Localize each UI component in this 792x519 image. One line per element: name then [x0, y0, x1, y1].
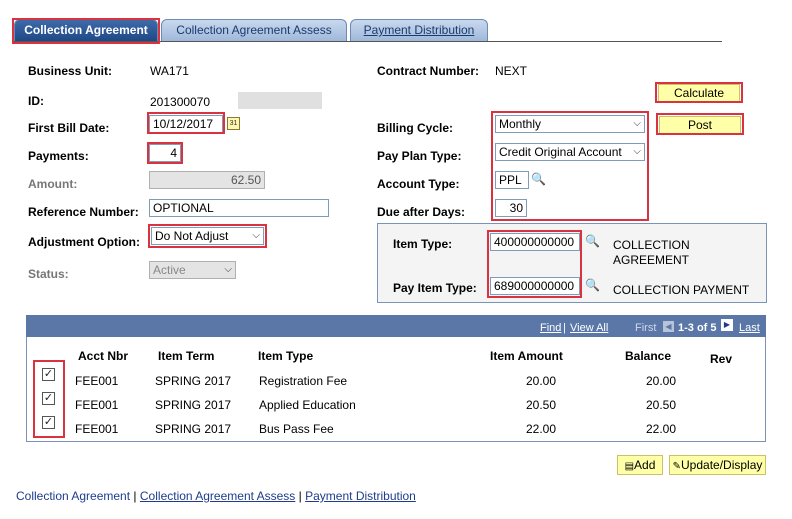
id-label: ID: [28, 94, 44, 108]
footer-link-payment-distribution[interactable]: Payment Distribution [305, 489, 416, 503]
table-row-item-amount: 20.50 [525, 398, 556, 412]
chevron-down-icon: ⌵ [224, 264, 232, 275]
status-label: Status: [28, 267, 69, 281]
table-row-item-type: Applied Education [259, 398, 356, 412]
footer-link-collection-agreement[interactable]: Collection Agreement [16, 489, 130, 503]
find-link[interactable]: Find [540, 322, 561, 334]
first-label: First [635, 322, 657, 334]
table-row-balance: 20.00 [645, 374, 676, 388]
add-button-label: Add [634, 458, 656, 472]
table-row-item-amount: 20.00 [525, 374, 556, 388]
footer-separator: | [133, 489, 137, 503]
column-header-acct-nbr: Acct Nbr [78, 349, 129, 363]
item-type-label: Item Type: [393, 237, 453, 251]
payments-label: Payments: [28, 149, 89, 163]
update-button-label: Update/Display [681, 458, 763, 472]
calendar-icon[interactable]: 31 [227, 117, 240, 130]
search-icon[interactable]: 🔍 [531, 172, 546, 186]
row-checkbox[interactable]: ✓ [42, 416, 55, 429]
table-row-acct-nbr: FEE001 [75, 422, 119, 436]
calculate-button[interactable]: Calculate [658, 84, 740, 102]
pay-item-type-label: Pay Item Type: [393, 281, 477, 295]
chevron-down-icon: ⌵ [633, 146, 641, 157]
tab-label: Collection Agreement Assess [176, 23, 332, 37]
search-icon[interactable]: 🔍 [585, 234, 600, 248]
tab-label: Payment Distribution [363, 23, 475, 37]
footer-separator: | [298, 489, 302, 503]
status-value: Active [153, 263, 186, 277]
item-type-description-line1: COLLECTION [613, 238, 690, 252]
tab-collection-agreement-assess[interactable]: Collection Agreement Assess [161, 19, 347, 41]
billing-cycle-value: Monthly [499, 117, 542, 131]
status-select: Active ⌵ [149, 261, 236, 279]
chevron-down-icon: ⌵ [633, 118, 641, 129]
business-unit-value: WA171 [150, 64, 189, 78]
first-bill-date-field[interactable]: 10/12/2017 [149, 115, 223, 133]
tab-collection-agreement[interactable]: Collection Agreement [14, 19, 158, 41]
search-icon[interactable]: 🔍 [585, 278, 600, 292]
tab-payment-distribution[interactable]: Payment Distribution [350, 19, 488, 41]
billing-cycle-label: Billing Cycle: [377, 121, 454, 135]
contract-number-label: Contract Number: [377, 64, 480, 78]
post-button[interactable]: Post [659, 116, 741, 134]
business-unit-label: Business Unit: [28, 64, 113, 78]
add-button[interactable]: ▤Add [617, 455, 663, 475]
account-type-field[interactable]: PPL [495, 171, 529, 189]
row-checkbox[interactable]: ✓ [42, 368, 55, 381]
due-after-days-field[interactable]: 30 [495, 199, 527, 217]
table-row-item-term: SPRING 2017 [155, 374, 232, 388]
adjustment-option-label: Adjustment Option: [28, 235, 140, 249]
tab-label: Collection Agreement [24, 23, 148, 37]
table-row-acct-nbr: FEE001 [75, 374, 119, 388]
first-bill-date-label: First Bill Date: [28, 121, 110, 135]
pay-plan-type-label: Pay Plan Type: [377, 149, 462, 163]
adjustment-option-value: Do Not Adjust [155, 229, 229, 243]
last-link[interactable]: Last [739, 322, 760, 334]
billing-cycle-select[interactable]: Monthly ⌵ [495, 115, 645, 133]
footer-link-collection-agreement-assess[interactable]: Collection Agreement Assess [140, 489, 295, 503]
due-after-days-label: Due after Days: [377, 205, 466, 219]
column-header-balance: Balance [625, 349, 672, 363]
amount-field: 62.50 [149, 171, 265, 189]
adjustment-option-select[interactable]: Do Not Adjust ⌵ [151, 227, 264, 245]
table-row-item-term: SPRING 2017 [155, 422, 232, 436]
pay-plan-type-value: Credit Original Account [499, 145, 622, 159]
footer-links: Collection Agreement | Collection Agreem… [16, 489, 416, 503]
table-row-balance: 22.00 [645, 422, 676, 436]
pay-item-type-description: COLLECTION PAYMENT [613, 283, 750, 297]
column-header-item-type: Item Type [258, 349, 314, 363]
tab-divider [14, 41, 722, 42]
view-all-link[interactable]: View All [570, 322, 608, 334]
column-header-item-amount: Item Amount [490, 349, 563, 363]
table-row-acct-nbr: FEE001 [75, 398, 119, 412]
reference-number-label: Reference Number: [28, 205, 139, 219]
update-display-button[interactable]: ✎Update/Display [669, 455, 766, 475]
table-row-item-term: SPRING 2017 [155, 398, 232, 412]
table-row-balance: 20.50 [645, 398, 676, 412]
item-type-field[interactable]: 400000000000 [490, 233, 580, 251]
add-row-icon: ▤ [624, 461, 635, 472]
update-icon: ✎ [672, 461, 681, 472]
column-header-rev: Rev [710, 352, 733, 366]
contract-number-value: NEXT [495, 64, 528, 78]
pay-item-type-field[interactable]: 689000000000 [490, 277, 580, 295]
id-value: 201300070 [150, 95, 211, 109]
prev-arrow-icon: ◀ [663, 321, 674, 332]
table-row-item-type: Bus Pass Fee [259, 422, 334, 436]
column-header-item-term: Item Term [158, 349, 215, 363]
account-type-label: Account Type: [377, 177, 460, 191]
pay-plan-type-select[interactable]: Credit Original Account ⌵ [495, 143, 645, 161]
row-checkbox[interactable]: ✓ [42, 392, 55, 405]
payments-field[interactable]: 4 [149, 144, 181, 162]
next-arrow-icon[interactable]: ▶ [721, 319, 733, 331]
reference-number-field[interactable]: OPTIONAL [149, 199, 329, 217]
range-label: 1-3 of 5 [678, 322, 717, 334]
item-type-description-line2: AGREEMENT [613, 253, 690, 267]
link-separator: | [563, 322, 566, 334]
table-row-item-type: Registration Fee [259, 374, 348, 388]
redacted-name-block [238, 92, 322, 109]
chevron-down-icon: ⌵ [252, 230, 260, 241]
table-row-item-amount: 22.00 [525, 422, 556, 436]
amount-label: Amount: [28, 177, 78, 191]
